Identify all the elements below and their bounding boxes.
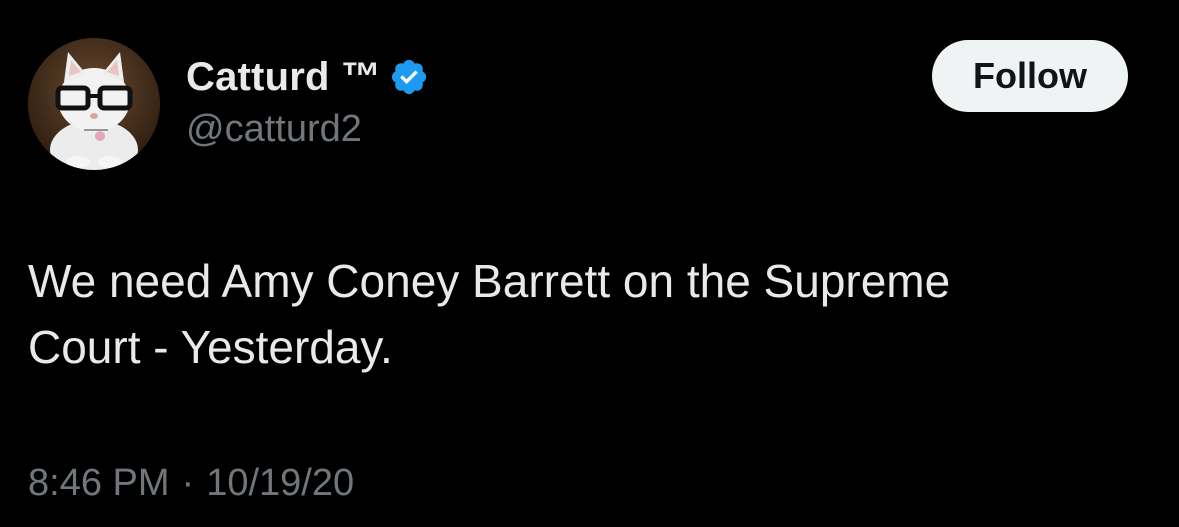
cat-avatar-icon bbox=[28, 38, 160, 170]
tweet-text: We need Amy Coney Barrett on the Supreme… bbox=[28, 255, 951, 373]
tweet-time: 8:46 PM bbox=[28, 462, 170, 504]
tweet-date: 10/19/20 bbox=[206, 462, 355, 504]
avatar[interactable] bbox=[28, 38, 160, 170]
follow-button[interactable]: Follow bbox=[932, 40, 1128, 112]
user-handle[interactable]: @catturd2 bbox=[186, 108, 362, 151]
tweet-timestamp[interactable]: 8:46 PM · 10/19/20 bbox=[28, 462, 354, 505]
verified-badge-icon[interactable] bbox=[389, 57, 429, 97]
display-name[interactable]: Catturd ™ bbox=[186, 55, 381, 100]
tweet-card: Catturd ™ @catturd2 Follow We need Amy C… bbox=[0, 0, 1179, 527]
timestamp-separator: · bbox=[181, 462, 195, 504]
display-name-row: Catturd ™ bbox=[186, 52, 429, 102]
